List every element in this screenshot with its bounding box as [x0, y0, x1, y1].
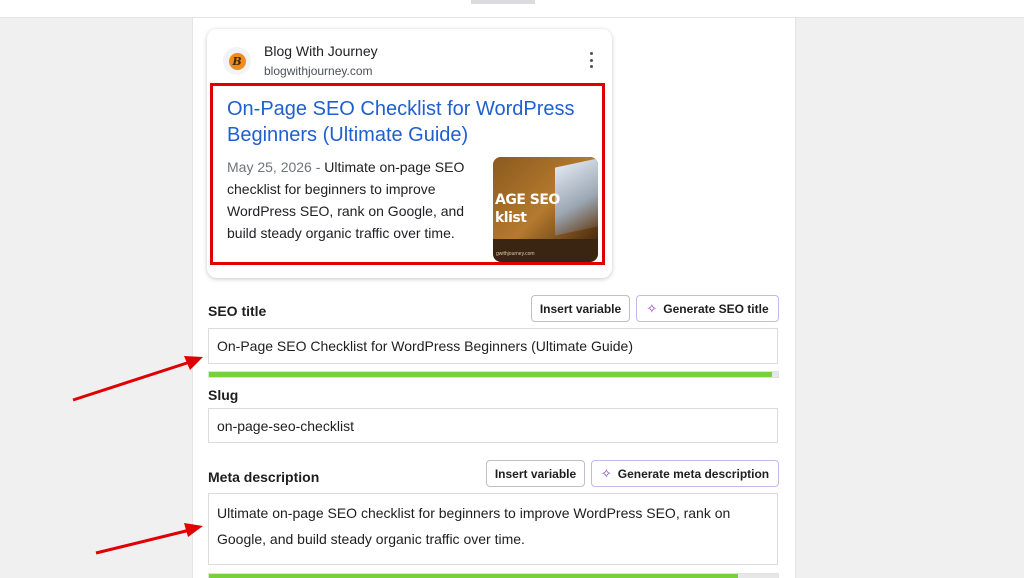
thumbnail-text-line1: AGE SEO	[495, 192, 560, 208]
generate-seo-title-label: Generate SEO title	[663, 301, 769, 316]
google-preview-card: B Blog With Journey blogwithjourney.com …	[207, 29, 612, 278]
preview-site-name: Blog With Journey	[264, 43, 378, 59]
meta-description-progress-fill	[209, 574, 739, 578]
meta-description-length-progress	[208, 573, 779, 578]
editor-top-bar	[0, 0, 1024, 18]
thumbnail-laptop-image	[555, 158, 598, 236]
top-bar-tab[interactable]	[471, 0, 535, 4]
preview-thumbnail: AGE SEO klist gwithjourney.com	[493, 157, 598, 262]
preview-highlight-box: On-Page SEO Checklist for WordPress Begi…	[210, 83, 605, 265]
meta-description-label: Meta description	[208, 469, 320, 485]
seo-title-label: SEO title	[208, 303, 267, 319]
slug-label: Slug	[208, 387, 239, 403]
generate-meta-description-label: Generate meta description	[617, 466, 770, 481]
preview-site-url: blogwithjourney.com	[264, 64, 373, 78]
thumbnail-text-line2: klist	[495, 210, 527, 226]
site-favicon: B	[223, 47, 251, 75]
annotation-arrow-meta-description	[95, 523, 203, 555]
preview-date: May 25, 2026	[227, 159, 312, 175]
seo-title-length-progress	[208, 371, 779, 378]
annotation-arrow-seo-title	[72, 356, 203, 402]
thumbnail-footer: gwithjourney.com	[496, 251, 535, 257]
thumbnail-text: AGE SEO klist	[495, 191, 560, 227]
seo-title-insert-variable-button[interactable]: Insert variable	[531, 295, 630, 322]
seo-title-input[interactable]: On-Page SEO Checklist for WordPress Begi…	[208, 328, 778, 364]
preview-description: May 25, 2026 - Ultimate on-page SEO chec…	[227, 156, 481, 244]
generate-seo-title-button[interactable]: ✧ Generate SEO title	[636, 295, 779, 322]
slug-value: on-page-seo-checklist	[217, 417, 354, 434]
seo-title-value: On-Page SEO Checklist for WordPress Begi…	[217, 338, 634, 354]
sparkle-icon: ✧	[646, 300, 658, 316]
favicon-logo-icon: B	[228, 52, 246, 70]
meta-description-insert-variable-button[interactable]: Insert variable	[486, 460, 585, 487]
more-vertical-icon[interactable]	[585, 52, 597, 68]
generate-meta-description-button[interactable]: ✧ Generate meta description	[591, 460, 779, 487]
insert-variable-label: Insert variable	[494, 466, 577, 481]
slug-input[interactable]: on-page-seo-checklist	[208, 408, 778, 443]
sparkle-icon: ✧	[600, 465, 612, 481]
seo-title-progress-fill	[209, 372, 773, 377]
preview-separator: -	[311, 159, 325, 175]
meta-description-textarea[interactable]: Ultimate on-page SEO checklist for begin…	[208, 493, 778, 565]
preview-title: On-Page SEO Checklist for WordPress Begi…	[227, 98, 575, 146]
insert-variable-label: Insert variable	[539, 301, 622, 316]
